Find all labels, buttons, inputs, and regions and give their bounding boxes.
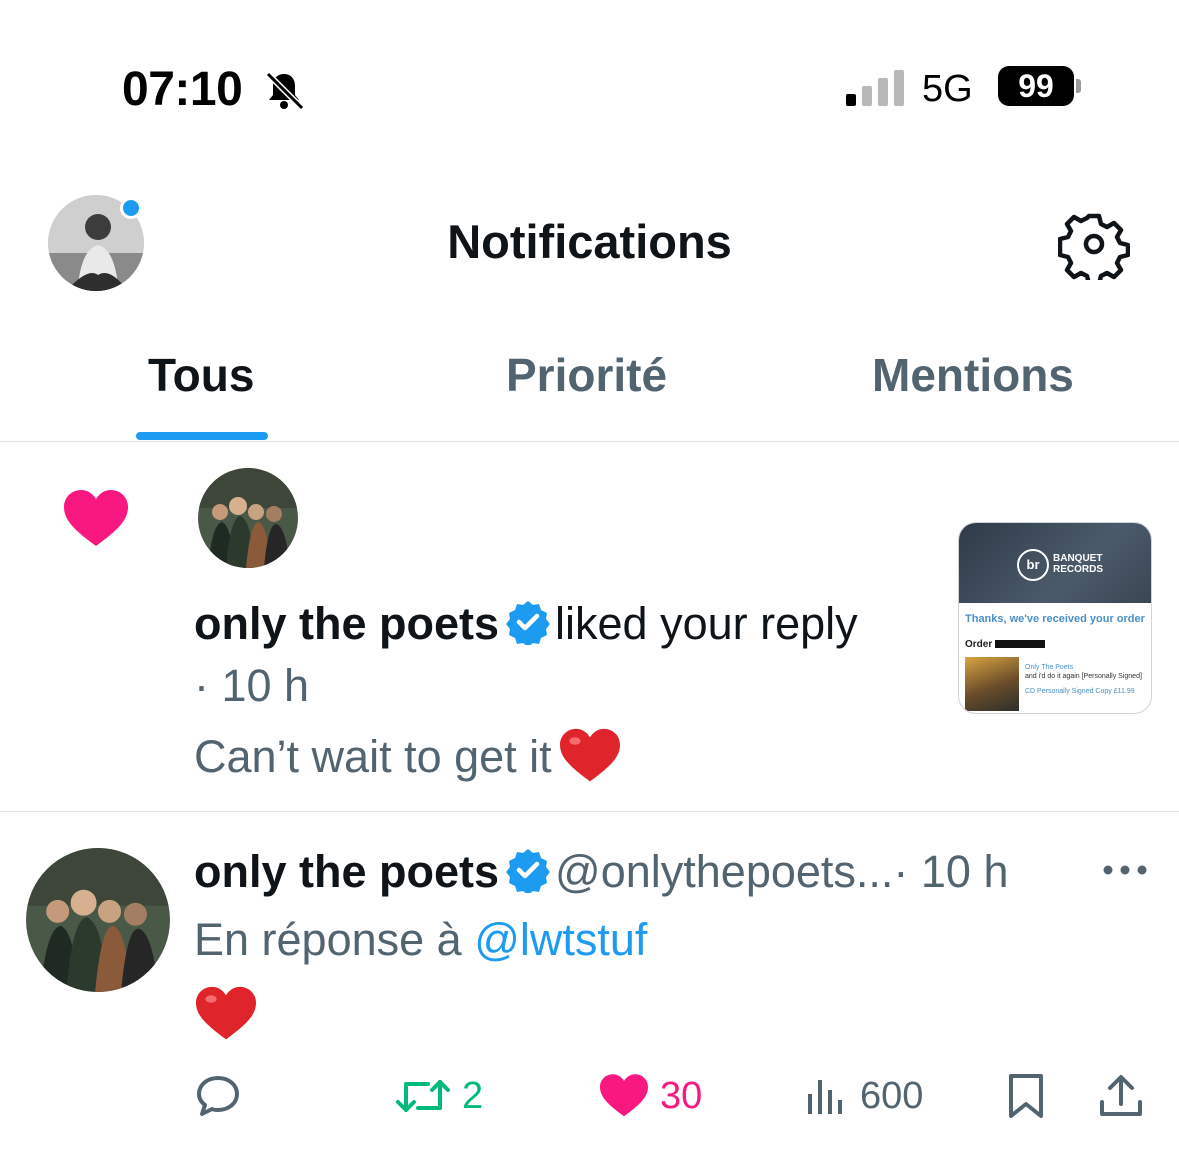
retweet-count: 2 — [462, 1074, 484, 1117]
battery-indicator: 99 — [998, 66, 1074, 106]
heart-icon — [600, 1074, 648, 1117]
thumbnail-banner: br BANQUET RECORDS — [959, 523, 1151, 603]
tabs-divider — [0, 441, 1179, 442]
banquet-logo: br — [1017, 549, 1049, 581]
share-icon — [1100, 1075, 1142, 1116]
views-button[interactable]: 600 — [804, 1072, 923, 1120]
thumbnail-brand: BANQUET RECORDS — [1053, 553, 1104, 575]
product-variant: CD Personally Signed Copy £11.99 — [1025, 688, 1135, 695]
thumbnail-order-label: Order — [965, 639, 993, 650]
media-thumbnail[interactable]: br BANQUET RECORDS Thanks, we've receive… — [958, 522, 1152, 714]
album-cover — [965, 657, 1019, 711]
tab-indicator — [136, 432, 268, 440]
red-heart-emoji — [196, 986, 256, 1040]
reply-text: Can’t wait to get it — [194, 731, 552, 782]
bookmark-button[interactable] — [1006, 1072, 1046, 1120]
reply-preview[interactable]: Can’t wait to get it — [194, 728, 620, 784]
redaction-bar — [995, 640, 1045, 648]
like-count: 30 — [660, 1074, 703, 1117]
red-heart-emoji — [559, 728, 620, 782]
bell-slash-icon — [265, 71, 305, 111]
notification-time: · 10 h — [194, 660, 310, 711]
like-heart-icon — [64, 490, 128, 546]
user-avatar[interactable] — [198, 468, 298, 568]
verified-badge-icon — [506, 601, 551, 645]
bookmark-icon — [1009, 1074, 1043, 1118]
tab-mentions[interactable]: Mentions — [872, 348, 1074, 402]
in-reply-to: En réponse à @lwtstuf — [194, 914, 647, 966]
tweet-header: only the poets @onlythepoets...· 10 h — [194, 846, 1009, 898]
tweet-handle[interactable]: @onlythepoets... — [555, 846, 893, 897]
tweet-time: · 10 h — [893, 846, 1009, 897]
views-count: 600 — [860, 1074, 924, 1117]
reply-button[interactable] — [194, 1072, 242, 1120]
analytics-icon — [808, 1080, 842, 1114]
share-button[interactable] — [1098, 1072, 1144, 1120]
thumbnail-product: Only The Poets and i'd do it again [Pers… — [1025, 663, 1149, 696]
more-options-icon[interactable] — [1102, 860, 1148, 880]
notification-divider — [0, 811, 1179, 812]
page-title: Notifications — [447, 215, 732, 268]
battery-tip — [1076, 79, 1081, 93]
tab-tous[interactable]: Tous — [148, 348, 254, 402]
retweet-icon — [396, 1080, 450, 1112]
product-title: and i'd do it again [Personally Signed] — [1025, 673, 1142, 680]
status-time: 07:10 — [122, 63, 243, 116]
verified-badge-icon — [506, 849, 551, 893]
mention-link[interactable]: @lwtstuf — [474, 914, 647, 965]
retweet-button[interactable]: 2 — [396, 1072, 483, 1120]
thumbnail-message: Thanks, we've received your order — [965, 613, 1145, 625]
band-photo — [198, 468, 298, 568]
notification-text: only the poets liked your reply — [194, 598, 858, 650]
network-type: 5G — [922, 68, 973, 110]
tweet-user-name[interactable]: only the poets — [194, 846, 499, 897]
cellular-signal-icon — [846, 70, 904, 106]
notification-action: liked your reply — [555, 598, 858, 649]
reply-icon — [197, 1076, 239, 1116]
in-reply-label: En réponse à — [194, 914, 462, 965]
like-button[interactable]: 30 — [600, 1072, 702, 1120]
band-photo — [26, 848, 170, 992]
reply-user-avatar[interactable] — [26, 848, 170, 992]
user-name[interactable]: only the poets — [194, 598, 499, 649]
gear-icon[interactable] — [1058, 208, 1130, 280]
product-artist: Only The Poets — [1025, 664, 1074, 671]
tab-priorite[interactable]: Priorité — [506, 348, 667, 402]
